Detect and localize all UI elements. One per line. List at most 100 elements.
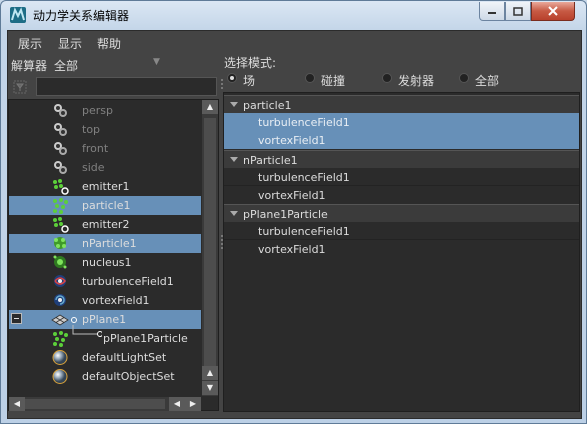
minimize-icon: [488, 12, 496, 14]
scroll-right-icon[interactable]: ▶: [185, 397, 201, 411]
item-label: nParticle1: [82, 237, 137, 250]
group-label: pPlane1Particle: [243, 208, 328, 221]
menu-help[interactable]: 帮助: [97, 35, 121, 52]
maximize-icon: [513, 6, 523, 16]
radio-label: 场: [243, 74, 256, 88]
nparticle-icon: [54, 237, 66, 249]
solver-dropdown[interactable]: 全部: [54, 57, 78, 74]
collapse-icon[interactable]: [11, 313, 22, 324]
window: 动力学关系编辑器 展示 显示 帮助 解算器 全部 ▼ persp top fro…: [0, 0, 587, 424]
expand-triangle-icon[interactable]: [230, 157, 238, 162]
camera-icon: [54, 123, 67, 136]
outliner-item-front[interactable]: front: [9, 139, 201, 158]
item-label: vortexField1: [258, 189, 326, 202]
selection-mode-label: 选择模式:: [224, 56, 277, 70]
relation-item[interactable]: turbulenceField1: [224, 113, 579, 131]
menu-display[interactable]: 显示: [58, 35, 82, 52]
item-label: turbulenceField1: [82, 275, 174, 288]
solver-label: 解算器: [11, 59, 48, 73]
emitter-icon: [53, 179, 69, 195]
item-label: emitter1: [82, 180, 130, 193]
scroll-thumb[interactable]: [204, 118, 216, 368]
outliner-vertical-scrollbar[interactable]: ▲ ▲ ▼: [202, 100, 218, 396]
menu-show[interactable]: 展示: [18, 35, 42, 52]
outliner-item-turbulencefield1[interactable]: turbulenceField1: [9, 272, 201, 291]
outliner-item-vortexfield1[interactable]: vortexField1: [9, 291, 201, 310]
radio-label: 发射器: [398, 74, 435, 88]
camera-icon: [54, 142, 67, 155]
expand-triangle-icon[interactable]: [230, 102, 238, 107]
grip-dot: [221, 83, 223, 85]
close-button[interactable]: [531, 2, 575, 21]
relation-item[interactable]: vortexField1: [224, 240, 579, 258]
selection-mode-radio-group: 场 碰撞 发射器 全部: [224, 71, 581, 89]
item-label: front: [82, 142, 109, 155]
turbulence-icon: [54, 275, 66, 287]
group-label: nParticle1: [243, 154, 298, 167]
outliner-item-persp[interactable]: persp: [9, 101, 201, 120]
group-header-pplane1particle[interactable]: pPlane1Particle: [224, 204, 579, 222]
group-header-nparticle1[interactable]: nParticle1: [224, 150, 579, 168]
scroll-down-icon[interactable]: ▼: [202, 381, 218, 395]
outliner-panel: persp top front side emitter1 particle1 …: [8, 99, 219, 411]
group-header-particle1[interactable]: particle1: [224, 95, 579, 113]
outliner-item-emitter1[interactable]: emitter1: [9, 177, 201, 196]
camera-icon: [54, 104, 67, 117]
item-label: vortexField1: [258, 134, 326, 147]
scroll-left-icon[interactable]: ◀: [9, 397, 25, 411]
outliner-item-particle1[interactable]: particle1: [9, 196, 201, 215]
relation-item[interactable]: turbulenceField1: [224, 222, 579, 240]
radio-fields[interactable]: [227, 73, 237, 83]
outliner-item-pplane1particle[interactable]: pPlane1Particle: [9, 325, 201, 348]
outliner-item-pplane1[interactable]: pPlane1: [9, 310, 201, 329]
relation-item[interactable]: vortexField1: [224, 131, 579, 149]
outliner-list: persp top front side emitter1 particle1 …: [9, 100, 201, 396]
scroll-up-icon[interactable]: ▲: [202, 100, 218, 114]
outliner-item-defaultlightset[interactable]: defaultLightSet: [9, 348, 201, 367]
maximize-button[interactable]: [505, 2, 531, 21]
client-area: 展示 显示 帮助 解算器 全部 ▼ persp top front side e…: [7, 30, 582, 419]
outliner-item-side[interactable]: side: [9, 158, 201, 177]
scroll-thumb[interactable]: [25, 399, 165, 409]
outliner-horizontal-scrollbar[interactable]: ◀ ◀ ▶: [9, 397, 201, 411]
outliner-item-nparticle1[interactable]: nParticle1: [9, 234, 201, 253]
camera-icon: [54, 161, 67, 174]
item-label: turbulenceField1: [258, 225, 350, 238]
outliner-item-emitter2[interactable]: emitter2: [9, 215, 201, 234]
nucleus-icon: [53, 255, 67, 269]
item-label: nucleus1: [82, 256, 132, 269]
radio-collisions[interactable]: [305, 73, 315, 83]
item-label: vortexField1: [82, 294, 150, 307]
menu-bar: 展示 显示 帮助: [8, 31, 581, 53]
set-icon: [52, 369, 68, 384]
grip-dot: [221, 79, 223, 81]
radio-all[interactable]: [459, 73, 469, 83]
outliner-item-top[interactable]: top: [9, 120, 201, 139]
chevron-down-icon[interactable]: ▼: [153, 57, 160, 67]
vortex-icon: [54, 294, 66, 306]
emitter-icon: [53, 217, 69, 233]
relations-panel: particle1 turbulenceField1 vortexField1 …: [223, 92, 580, 412]
connector-icon: [71, 317, 77, 323]
title-bar[interactable]: 动力学关系编辑器: [1, 1, 586, 29]
minimize-button[interactable]: [479, 2, 505, 21]
item-label: vortexField1: [258, 243, 326, 256]
item-label: persp: [82, 104, 113, 117]
item-label: turbulenceField1: [258, 171, 350, 184]
search-input[interactable]: [36, 77, 217, 96]
relation-item[interactable]: vortexField1: [224, 186, 579, 204]
grip-dot: [221, 87, 223, 89]
outliner-item-nucleus1[interactable]: nucleus1: [9, 253, 201, 272]
outliner-item-defaultobjectset[interactable]: defaultObjectSet: [9, 367, 201, 386]
filter-icon[interactable]: [13, 80, 27, 94]
window-title: 动力学关系编辑器: [33, 9, 130, 23]
item-label: emitter2: [82, 218, 130, 231]
particle-icon: [53, 331, 68, 347]
expand-triangle-icon[interactable]: [230, 211, 238, 216]
plane-icon: [51, 314, 69, 326]
item-label: pPlane1Particle: [103, 332, 188, 345]
scroll-left-icon[interactable]: ◀: [169, 397, 185, 411]
scroll-up-icon[interactable]: ▲: [202, 366, 218, 380]
radio-emitters[interactable]: [382, 73, 392, 83]
relation-item[interactable]: turbulenceField1: [224, 168, 579, 186]
